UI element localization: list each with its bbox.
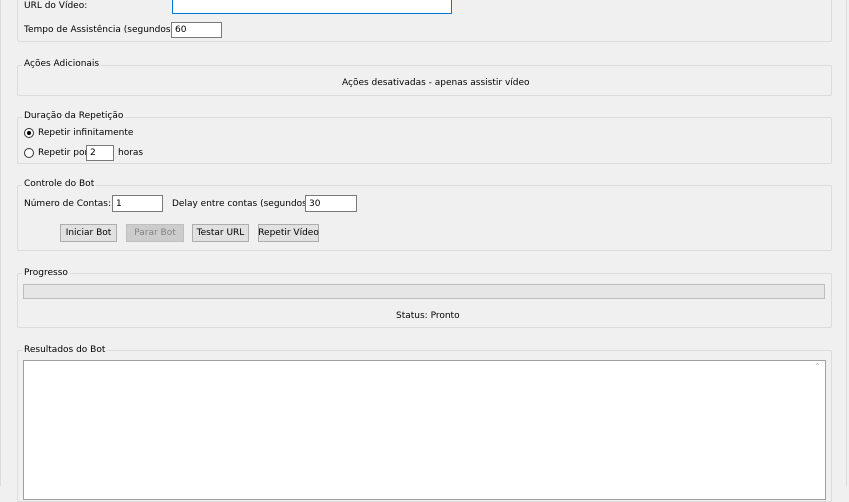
video-url-input[interactable] [172,0,452,14]
status-text: Status: Pronto [396,311,460,321]
repeat-for-label[interactable]: Repetir por [38,148,88,158]
bot-control-title: Controle do Bot [22,179,97,189]
repeat-hours-input[interactable] [86,145,114,161]
window-left-edge [0,0,1,486]
progress-bar [23,284,825,299]
repeat-duration-title: Duração da Repetição [22,111,126,121]
accounts-count-label: Número de Contas: [24,199,111,209]
repeat-video-button[interactable]: Repetir Vídeo [258,224,319,242]
repeat-for-radio[interactable] [24,148,34,158]
repeat-infinite-label[interactable]: Repetir infinitamente [38,128,133,138]
repeat-hours-unit: horas [118,148,144,158]
start-bot-button[interactable]: Iniciar Bot [60,224,117,242]
accounts-count-input[interactable] [112,195,163,212]
watch-time-input[interactable] [171,22,222,38]
stop-bot-button[interactable]: Parar Bot [126,224,184,242]
results-text-area[interactable] [23,360,826,500]
progress-title: Progresso [22,268,70,278]
test-url-button[interactable]: Testar URL [192,224,249,242]
delay-label: Delay entre contas (segundos): [172,199,314,209]
actions-disabled-message: Ações desativadas - apenas assistir víde… [342,78,530,88]
delay-input[interactable] [305,195,357,212]
additional-actions-title: Ações Adicionais [22,59,102,69]
scroll-up-arrow-icon[interactable]: ⌃ [814,362,821,371]
window-right-edge [846,0,847,486]
watch-time-label: Tempo de Assistência (segundos): [24,25,178,35]
results-title: Resultados do Bot [22,345,108,355]
repeat-infinite-radio[interactable] [24,128,34,138]
video-url-label: URL do Vídeo: [24,1,88,11]
